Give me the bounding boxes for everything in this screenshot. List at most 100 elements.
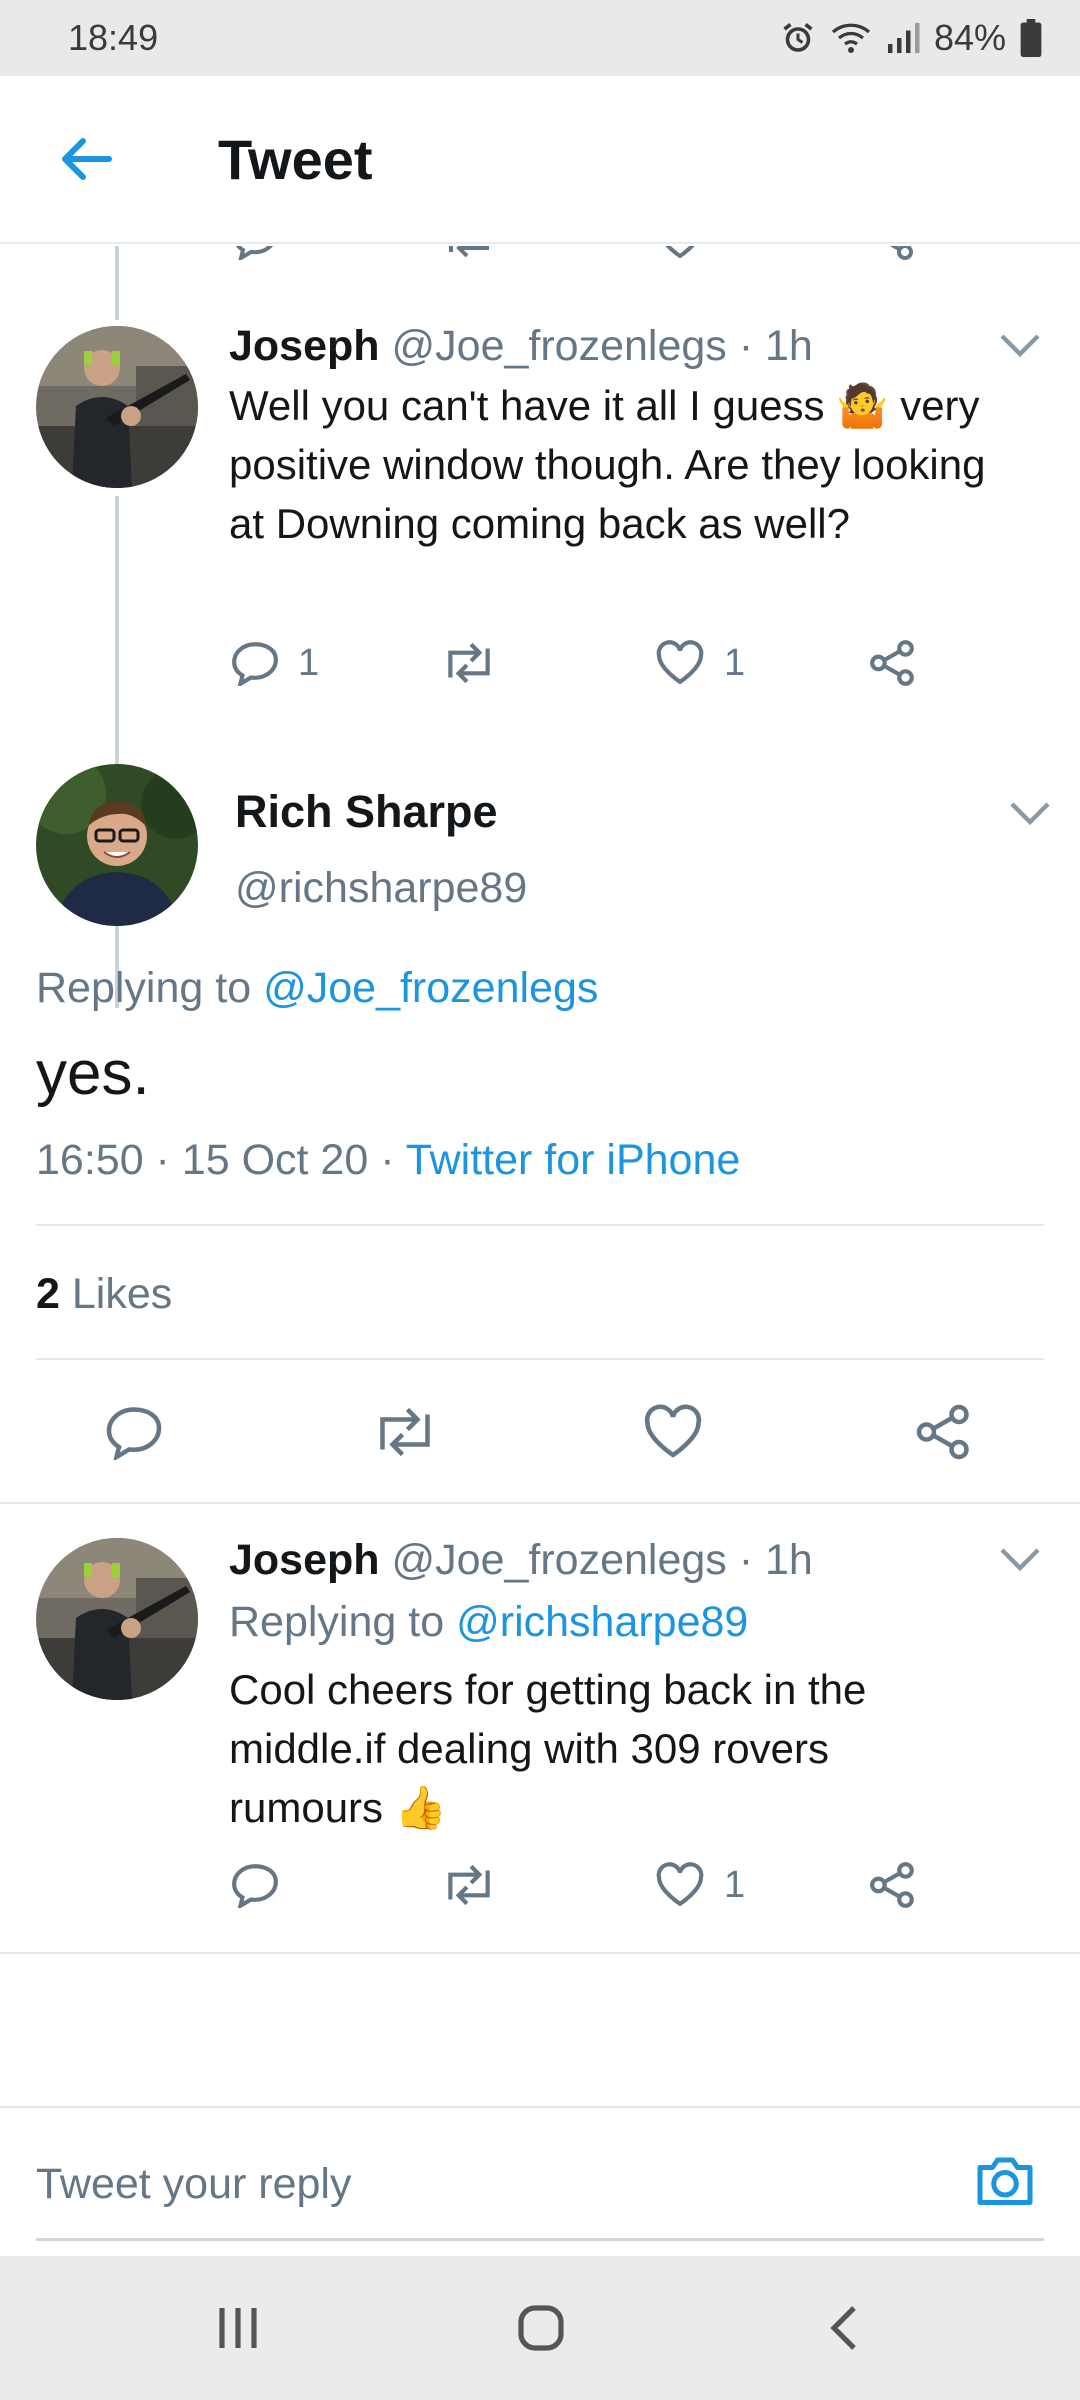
- divider: [0, 1952, 1080, 1954]
- page-title: Tweet: [218, 127, 373, 191]
- arrow-left-icon: [62, 138, 112, 180]
- tweet-menu-button[interactable]: [998, 332, 1042, 365]
- chevron-down-icon: [1000, 1548, 1040, 1572]
- reply-button[interactable]: [104, 1404, 164, 1460]
- wifi-icon: [831, 23, 871, 53]
- reply-input[interactable]: Tweet your reply: [36, 2160, 351, 2209]
- avatar-photo: [36, 764, 198, 926]
- tweet-meta: 16:50 · 15 Oct 20 · Twitter for iPhone: [36, 1136, 740, 1185]
- reply-count: 1: [298, 641, 320, 684]
- author-name[interactable]: Joseph: [229, 322, 380, 370]
- speech-bubble-icon: [235, 246, 274, 260]
- main-author-handle[interactable]: @richsharpe89: [235, 864, 527, 913]
- share-icon: [870, 640, 914, 686]
- tweet-text-line1: Well you can't have it all I guess: [229, 382, 825, 429]
- system-nav-bar: [0, 2256, 1080, 2400]
- speech-bubble-icon: [232, 1864, 278, 1908]
- main-author-name[interactable]: Rich Sharpe: [235, 786, 498, 838]
- back-button[interactable]: [0, 76, 170, 242]
- status-time: 18:49: [68, 17, 159, 58]
- thumbs-up-emoji: 👍: [394, 1784, 448, 1831]
- like-button[interactable]: 1: [654, 640, 745, 686]
- camera-icon: [977, 2157, 1033, 2205]
- replying-to-link[interactable]: @richsharpe89: [456, 1598, 748, 1646]
- status-icons: 84%: [780, 17, 1042, 59]
- like-count: 1: [724, 641, 746, 684]
- avatar-photo: [36, 326, 198, 488]
- battery-percent: 84%: [933, 17, 1006, 58]
- retweet-button[interactable]: [440, 1862, 516, 1908]
- divider: [36, 1224, 1044, 1226]
- replying-to: Replying to @Joe_frozenlegs: [36, 964, 598, 1013]
- previous-tweet-actions: [0, 246, 1080, 260]
- avatar-photo: [36, 1538, 198, 1700]
- shrug-emoji: 🤷: [836, 382, 889, 429]
- retweet-button[interactable]: [370, 1404, 440, 1460]
- tweet-time: · 1h: [738, 322, 813, 370]
- replying-to-link[interactable]: @Joe_frozenlegs: [263, 964, 598, 1012]
- back-nav-button[interactable]: [822, 2302, 866, 2359]
- retweet-icon: [449, 246, 489, 258]
- tweet-text-rest: positive window though. Are they looking…: [229, 441, 986, 547]
- reply-composer: Tweet your reply: [0, 2106, 1080, 2256]
- back-nav-icon: [830, 2306, 856, 2350]
- main-tweet-actions: [0, 1404, 1080, 1464]
- heart-icon: [656, 640, 704, 685]
- share-icon: [889, 246, 913, 260]
- tweet-actions: 1 1: [0, 640, 1080, 700]
- status-bar: 18:49 84%: [0, 0, 1080, 76]
- speech-bubble-icon: [232, 642, 278, 686]
- share-button[interactable]: [914, 1404, 974, 1460]
- camera-button[interactable]: [972, 2150, 1038, 2215]
- likes-summary[interactable]: 2 Likes: [36, 1270, 172, 1319]
- likes-label: Likes: [71, 1270, 173, 1318]
- reply-button[interactable]: 1: [230, 640, 319, 686]
- tweet-time: · 1h: [738, 1536, 813, 1584]
- thread-content[interactable]: Joseph @Joe_frozenlegs · 1h Well you can…: [0, 246, 1080, 2106]
- tweet-header: Joseph @Joe_frozenlegs · 1h: [229, 322, 813, 371]
- tweet-header: Joseph @Joe_frozenlegs · 1h: [229, 1536, 813, 1585]
- share-button[interactable]: [868, 1862, 918, 1908]
- heart-icon: [656, 1862, 704, 1907]
- tweet-source-link[interactable]: Twitter for iPhone: [406, 1136, 741, 1184]
- home-button[interactable]: [514, 2302, 568, 2359]
- reply-button[interactable]: [230, 1862, 298, 1908]
- share-button[interactable]: [868, 640, 918, 686]
- avatar-rich-sharpe[interactable]: [36, 764, 198, 926]
- tweet-text: Well you can't have it all I guess 🤷 ver…: [229, 376, 1029, 553]
- share-icon: [916, 1404, 969, 1460]
- author-name[interactable]: Joseph: [229, 1536, 380, 1584]
- speech-bubble-icon: [106, 1407, 162, 1460]
- replying-prefix: Replying to: [36, 964, 252, 1012]
- tweet-timestamp: 16:50 · 15 Oct 20 ·: [36, 1136, 395, 1184]
- tweet-text-body: Cool cheers for getting back in the midd…: [229, 1666, 867, 1831]
- reply-underline: [36, 2238, 1044, 2241]
- like-button[interactable]: 1: [654, 1862, 745, 1908]
- thread-line-bottom: [115, 496, 119, 1008]
- recent-apps-button[interactable]: [214, 2302, 262, 2359]
- tweet-actions: 1: [0, 1862, 1080, 1922]
- heart-icon: [665, 246, 695, 259]
- divider: [0, 1502, 1080, 1504]
- recent-apps-icon: [219, 2308, 257, 2348]
- share-icon: [870, 1862, 914, 1908]
- like-count: 1: [724, 1863, 746, 1906]
- retweet-icon: [380, 1407, 430, 1457]
- chevron-down-icon: [1000, 334, 1040, 358]
- like-button[interactable]: [642, 1404, 704, 1460]
- thread-line-top: [115, 246, 119, 320]
- likes-count: 2: [36, 1270, 60, 1318]
- divider: [36, 1358, 1044, 1360]
- retweet-button[interactable]: [440, 640, 516, 686]
- avatar-joseph[interactable]: [36, 326, 198, 488]
- author-handle[interactable]: @Joe_frozenlegs: [392, 322, 727, 370]
- tweet-text-line1-end: very: [900, 382, 980, 429]
- signal-icon: [887, 23, 920, 53]
- tweet-menu-button[interactable]: [1008, 800, 1052, 833]
- author-handle[interactable]: @Joe_frozenlegs: [392, 1536, 727, 1584]
- app-header: Tweet: [0, 76, 1080, 244]
- battery-icon: [1020, 19, 1042, 57]
- tweet-menu-button[interactable]: [998, 1546, 1042, 1579]
- replying-to: Replying to @richsharpe89: [229, 1598, 748, 1647]
- avatar-joseph[interactable]: [36, 1538, 198, 1700]
